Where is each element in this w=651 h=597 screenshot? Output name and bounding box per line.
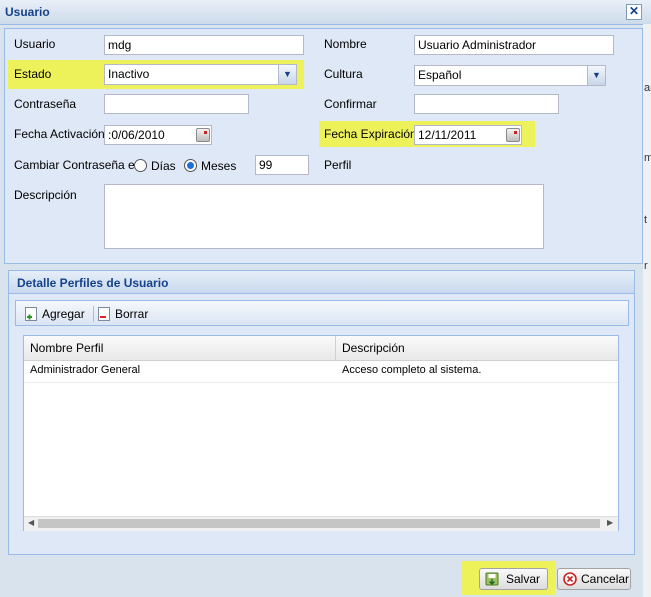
edge-fragment: an: [644, 82, 651, 94]
arrow-left-icon[interactable]: ◀: [28, 518, 34, 527]
contrasena-label: Contraseña: [14, 97, 77, 111]
perfiles-panel: Detalle Perfiles de Usuario Agregar Borr…: [8, 270, 635, 555]
confirmar-label: Confirmar: [324, 97, 377, 111]
dialog-titlebar[interactable]: Usuario ✕: [0, 0, 651, 25]
perfiles-panel-header: Detalle Perfiles de Usuario: [9, 271, 634, 294]
cell-descripcion: Acceso completo al sistema.: [342, 364, 482, 376]
usuario-dialog: Usuario ✕ an m t r Usuario mdg Nombre Us…: [0, 0, 651, 597]
usuario-input[interactable]: mdg: [104, 35, 304, 55]
cultura-value: Español: [418, 68, 462, 82]
cambiar-valor-input[interactable]: 99: [255, 155, 309, 175]
nombre-label: Nombre: [324, 37, 367, 51]
cambiar-contrasena-label: Cambiar Contraseña en: [14, 158, 142, 172]
fecha-expiracion-value: 12/11/2011: [418, 128, 477, 142]
fecha-activacion-value: :0/06/2010: [108, 128, 165, 142]
cancelar-button[interactable]: Cancelar: [557, 568, 631, 590]
table-row[interactable]: Administrador General Acceso completo al…: [24, 360, 618, 383]
estado-select[interactable]: Inactivo ▼: [104, 64, 297, 85]
meses-label: Meses: [201, 159, 237, 173]
background-window-edge: an m t r: [643, 24, 651, 597]
cultura-select[interactable]: Español ▼: [414, 65, 606, 86]
grid-header: Nombre Perfil Descripción: [24, 336, 618, 361]
chevron-down-icon[interactable]: ▼: [278, 65, 296, 84]
close-icon[interactable]: ✕: [626, 4, 642, 20]
edge-fragment: t: [644, 214, 648, 226]
perfiles-panel-title: Detalle Perfiles de Usuario: [17, 276, 169, 290]
column-header-nombre-perfil[interactable]: Nombre Perfil: [30, 341, 103, 355]
horizontal-scrollbar[interactable]: ◀ ▶: [24, 516, 618, 531]
edge-fragment: r: [644, 260, 648, 272]
fecha-activacion-label: Fecha Activación: [14, 127, 105, 141]
toolbar-separator: [93, 306, 94, 322]
cancel-icon: [563, 572, 577, 586]
descripcion-textarea[interactable]: [104, 184, 544, 249]
scrollbar-thumb[interactable]: [38, 519, 600, 528]
perfiles-toolbar: Agregar Borrar: [15, 300, 629, 326]
agregar-button[interactable]: Agregar: [25, 305, 91, 323]
dias-radio[interactable]: [134, 159, 147, 172]
estado-label: Estado: [14, 67, 52, 81]
perfiles-grid: Nombre Perfil Descripción Administrador …: [23, 335, 619, 531]
borrar-label: Borrar: [115, 307, 149, 321]
confirmar-input[interactable]: [414, 94, 559, 114]
cell-nombre-perfil: Administrador General: [30, 364, 141, 376]
fecha-expiracion-input[interactable]: 12/11/2011: [414, 125, 522, 145]
calendar-icon[interactable]: [196, 128, 210, 142]
cultura-label: Cultura: [324, 67, 363, 81]
perfil-label: Perfil: [324, 158, 352, 172]
borrar-button[interactable]: Borrar: [98, 305, 150, 323]
column-header-descripcion[interactable]: Descripción: [342, 341, 405, 355]
chevron-down-icon[interactable]: ▼: [587, 66, 605, 85]
descripcion-label: Descripción: [14, 188, 77, 202]
edge-fragment: m: [644, 152, 651, 164]
meses-radio[interactable]: [184, 159, 197, 172]
usuario-label: Usuario: [14, 37, 56, 51]
fecha-activacion-input[interactable]: :0/06/2010: [104, 125, 212, 145]
estado-value: Inactivo: [108, 67, 150, 81]
dialog-title: Usuario: [5, 5, 50, 19]
dias-label: Días: [151, 159, 176, 173]
nombre-input[interactable]: Usuario Administrador: [414, 35, 614, 55]
arrow-right-icon[interactable]: ▶: [607, 518, 613, 527]
salvar-button[interactable]: Salvar: [479, 568, 548, 590]
save-icon: [485, 572, 499, 586]
contrasena-input[interactable]: [104, 94, 249, 114]
delete-document-icon: [98, 307, 110, 321]
agregar-label: Agregar: [42, 307, 85, 321]
cancelar-label: Cancelar: [581, 572, 630, 586]
calendar-icon[interactable]: [506, 128, 520, 142]
add-document-icon: [25, 307, 37, 321]
fecha-expiracion-label: Fecha Expiración: [324, 127, 417, 141]
column-divider[interactable]: [335, 336, 336, 360]
salvar-label: Salvar: [506, 572, 541, 586]
